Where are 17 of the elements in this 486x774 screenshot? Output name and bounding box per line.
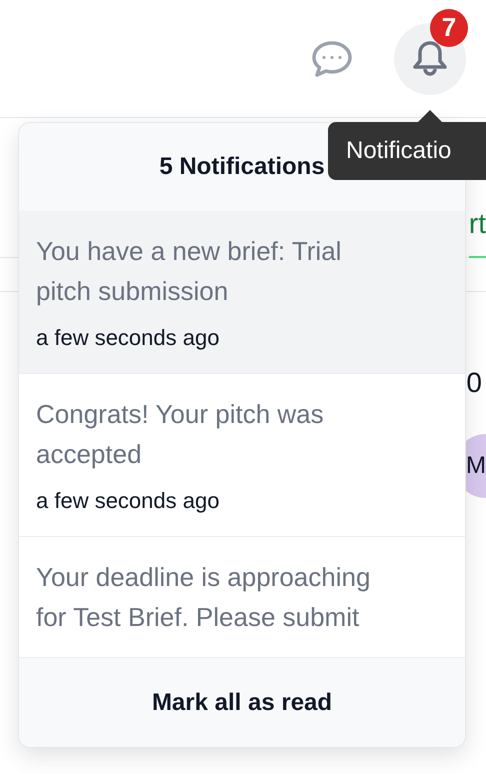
bell-icon (412, 40, 448, 78)
notification-time: a few seconds ago (36, 487, 220, 515)
notification-text: You have a new brief: Trial pitch submission (36, 235, 342, 308)
tab[interactable]: rt (468, 206, 486, 258)
panel-title: 5 Notifications (159, 152, 325, 182)
value-text: 0 (466, 366, 482, 400)
notification-time: a few seconds ago (36, 324, 220, 352)
chat-bubble-icon (311, 40, 353, 78)
tooltip: Notificatio (328, 122, 486, 180)
notification-item[interactable]: Congrats! Your pitch was accepted a few seconds ago (19, 374, 465, 537)
notification-item[interactable]: Your deadline is approaching for Test Brief. Please submit (19, 537, 465, 657)
notification-text: Congrats! Your pitch was accepted (36, 398, 325, 471)
mark-all-read-button[interactable]: Mark all as read (152, 684, 332, 720)
tooltip-arrow-icon (418, 110, 442, 122)
notification-count-badge: 7 (430, 8, 468, 46)
notification-item[interactable]: You have a new brief: Trial pitch submission a few seconds ago (19, 211, 465, 374)
notification-text: Your deadline is approaching for Test Brief. Please submit (36, 561, 372, 634)
